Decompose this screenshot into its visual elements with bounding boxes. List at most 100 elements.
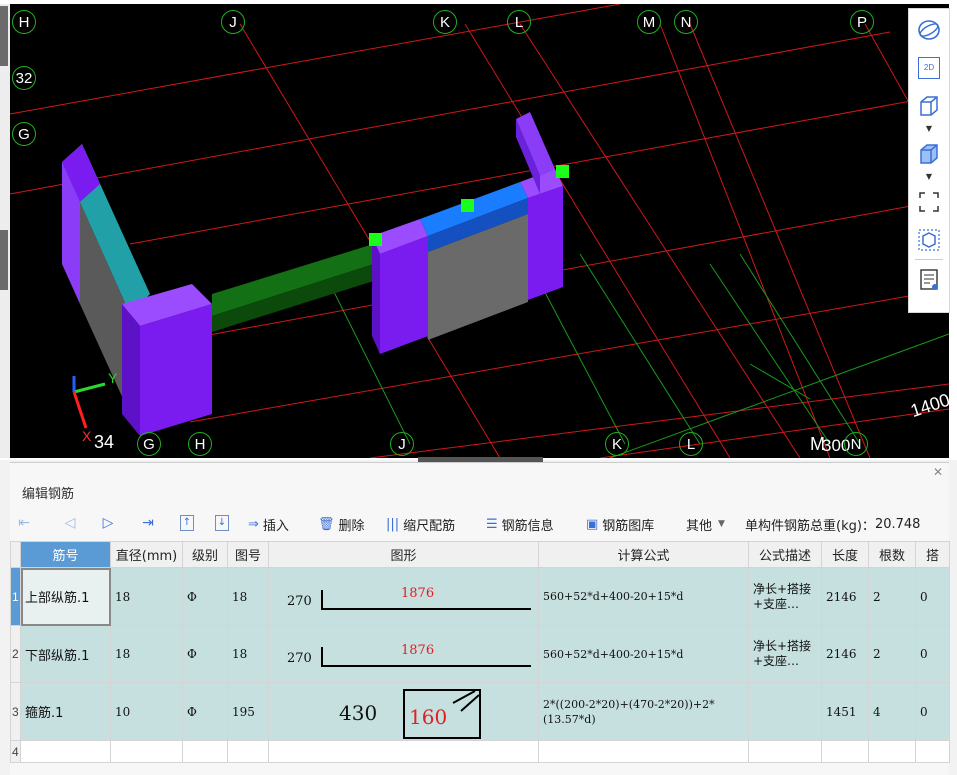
bar-name-cell[interactable]: 下部纵筋.1 (20, 625, 111, 683)
formula-cell[interactable]: 560+52*d+400-20+15*d (538, 567, 749, 626)
figure-no-cell[interactable]: 18 (227, 567, 269, 626)
grade-cell[interactable]: Φ (182, 567, 228, 626)
column-header-diameter[interactable]: 直径(mm) (110, 541, 183, 568)
next-record-icon[interactable]: ▷ (100, 514, 116, 532)
table-row-empty[interactable]: 4 (10, 740, 950, 763)
grade-cell[interactable]: Φ (182, 625, 228, 683)
length-cell[interactable]: 1451 (821, 682, 869, 741)
empty-cell[interactable] (268, 740, 539, 763)
axis-marker-m: M (637, 10, 661, 34)
axis-marker-k: K (433, 10, 457, 34)
diameter-cell[interactable]: 18 (110, 625, 183, 683)
column-header-bar-no[interactable]: 筋号 (20, 541, 111, 568)
empty-cell[interactable] (182, 740, 228, 763)
empty-cell[interactable] (748, 740, 822, 763)
column-header-formula[interactable]: 计算公式 (538, 541, 749, 568)
figure-no-cell[interactable]: 18 (227, 625, 269, 683)
count-cell[interactable]: 2 (868, 625, 916, 683)
row-num-header (10, 541, 21, 568)
table-row[interactable]: 3 箍筋.1 10 Φ 195 430 160 2*((200-2*20)+(4… (10, 682, 950, 741)
zoom-extents-icon[interactable] (916, 189, 942, 215)
3d-viewport[interactable]: H J K L M N P 32 G 34 G H J K L M 300 N … (0, 0, 957, 460)
column-header-formula-desc[interactable]: 公式描述 (748, 541, 822, 568)
empty-cell[interactable] (868, 740, 916, 763)
shape-cell[interactable]: 270 1876 (268, 625, 539, 683)
count-cell[interactable]: 4 (868, 682, 916, 741)
orbit-icon[interactable] (916, 17, 942, 43)
view-3d-solid-cube-icon[interactable] (916, 141, 942, 167)
other-dropdown[interactable]: 其他 ▼ (686, 515, 725, 534)
length-cell[interactable]: 2146 (821, 625, 869, 683)
row-number[interactable]: 4 (10, 740, 21, 763)
lap-cell[interactable]: 0 (915, 682, 950, 741)
view-3d-cube-icon[interactable] (916, 93, 942, 119)
previous-record-icon[interactable]: ◁ (62, 514, 78, 532)
empty-cell[interactable] (110, 740, 183, 763)
insert-button[interactable]: ⇒ 插入 (248, 515, 289, 534)
axis-marker-bottom-h: H (188, 432, 212, 456)
model-canvas[interactable]: H J K L M N P 32 G 34 G H J K L M 300 N … (10, 4, 949, 458)
axis-marker-bottom-n: N (844, 432, 868, 456)
first-record-icon[interactable]: ⇤ (16, 514, 32, 532)
bar-name-cell[interactable]: 箍筋.1 (20, 682, 111, 741)
table-row[interactable]: 2 下部纵筋.1 18 Φ 18 270 1876 560+52*d+400-2… (10, 625, 950, 683)
axis-marker-n: N (674, 10, 698, 34)
count-cell[interactable]: 2 (868, 567, 916, 626)
empty-cell[interactable] (915, 740, 950, 763)
column-header-length[interactable]: 长度 (821, 541, 869, 568)
row-number[interactable]: 1 (10, 567, 21, 626)
grade-cell[interactable]: Φ (182, 682, 228, 741)
empty-cell[interactable] (821, 740, 869, 763)
left-collapse-tab[interactable] (0, 6, 8, 66)
column-header-count[interactable]: 根数 (868, 541, 916, 568)
column-header-shape[interactable]: 图形 (268, 541, 539, 568)
figure-no-cell[interactable]: 195 (227, 682, 269, 741)
shape-cell[interactable]: 270 1876 (268, 567, 539, 626)
axis-marker-j: J (221, 10, 245, 34)
lap-cell[interactable]: 0 (915, 567, 950, 626)
column-header-lap[interactable]: 搭 (915, 541, 950, 568)
diameter-cell[interactable]: 10 (110, 682, 183, 741)
shape-left-dim: 270 (287, 651, 312, 666)
left-edge-bar (0, 4, 10, 458)
delete-button[interactable]: 🗑 删除 (318, 515, 365, 534)
chevron-down-icon-2[interactable]: ▼ (923, 173, 935, 181)
close-icon[interactable]: ✕ (933, 465, 943, 479)
chevron-down-icon[interactable]: ▼ (923, 125, 935, 133)
row-number[interactable]: 2 (10, 625, 21, 683)
formula-cell[interactable]: 2*((200-2*20)+(470-2*20))+2*(13.57*d) (538, 682, 749, 741)
properties-icon[interactable] (916, 267, 942, 293)
column-header-grade[interactable]: 级别 (182, 541, 228, 568)
component-view-icon[interactable] (916, 227, 942, 253)
formula-desc-cell[interactable]: 净长+搭接+支座… (748, 567, 822, 626)
length-cell[interactable]: 2146 (821, 567, 869, 626)
table-row[interactable]: 1 上部纵筋.1 18 Φ 18 270 1876 560+52*d+400-2… (10, 567, 950, 626)
column-header-figure-no[interactable]: 图号 (227, 541, 269, 568)
empty-cell[interactable] (20, 740, 111, 763)
empty-cell[interactable] (538, 740, 749, 763)
last-record-icon[interactable]: ⇥ (140, 514, 156, 532)
view-2d-icon[interactable]: 2D (916, 55, 942, 81)
shape-cell[interactable]: 430 160 (268, 682, 539, 741)
diameter-cell[interactable]: 18 (110, 567, 183, 626)
row-number[interactable]: 3 (10, 682, 21, 741)
panel-title: 编辑钢筋 (22, 487, 75, 502)
axis-marker-bottom-k: K (605, 432, 629, 456)
rebar-info-button[interactable]: ☰ 钢筋信息 (486, 515, 554, 534)
scale-rebar-button[interactable]: ||| 缩尺配筋 (386, 515, 456, 534)
formula-cell[interactable]: 560+52*d+400-20+15*d (538, 625, 749, 683)
move-up-icon[interactable]: ↑ (180, 515, 194, 531)
left-collapse-tab-2[interactable] (0, 230, 8, 290)
empty-cell[interactable] (227, 740, 269, 763)
axis-label-34: 34 (94, 432, 115, 452)
model-scene (10, 4, 949, 458)
grip-handle-2 (461, 199, 474, 212)
scale-rebar-label: 缩尺配筋 (403, 518, 456, 534)
axis-marker-32: 32 (12, 66, 36, 90)
move-down-icon[interactable]: ↓ (215, 515, 229, 531)
rebar-library-button[interactable]: ▣ 钢筋图库 (586, 515, 654, 534)
formula-desc-cell[interactable]: 净长+搭接+支座… (748, 625, 822, 683)
formula-desc-cell[interactable] (748, 682, 822, 741)
bar-name-cell[interactable]: 上部纵筋.1 (20, 567, 111, 626)
lap-cell[interactable]: 0 (915, 625, 950, 683)
